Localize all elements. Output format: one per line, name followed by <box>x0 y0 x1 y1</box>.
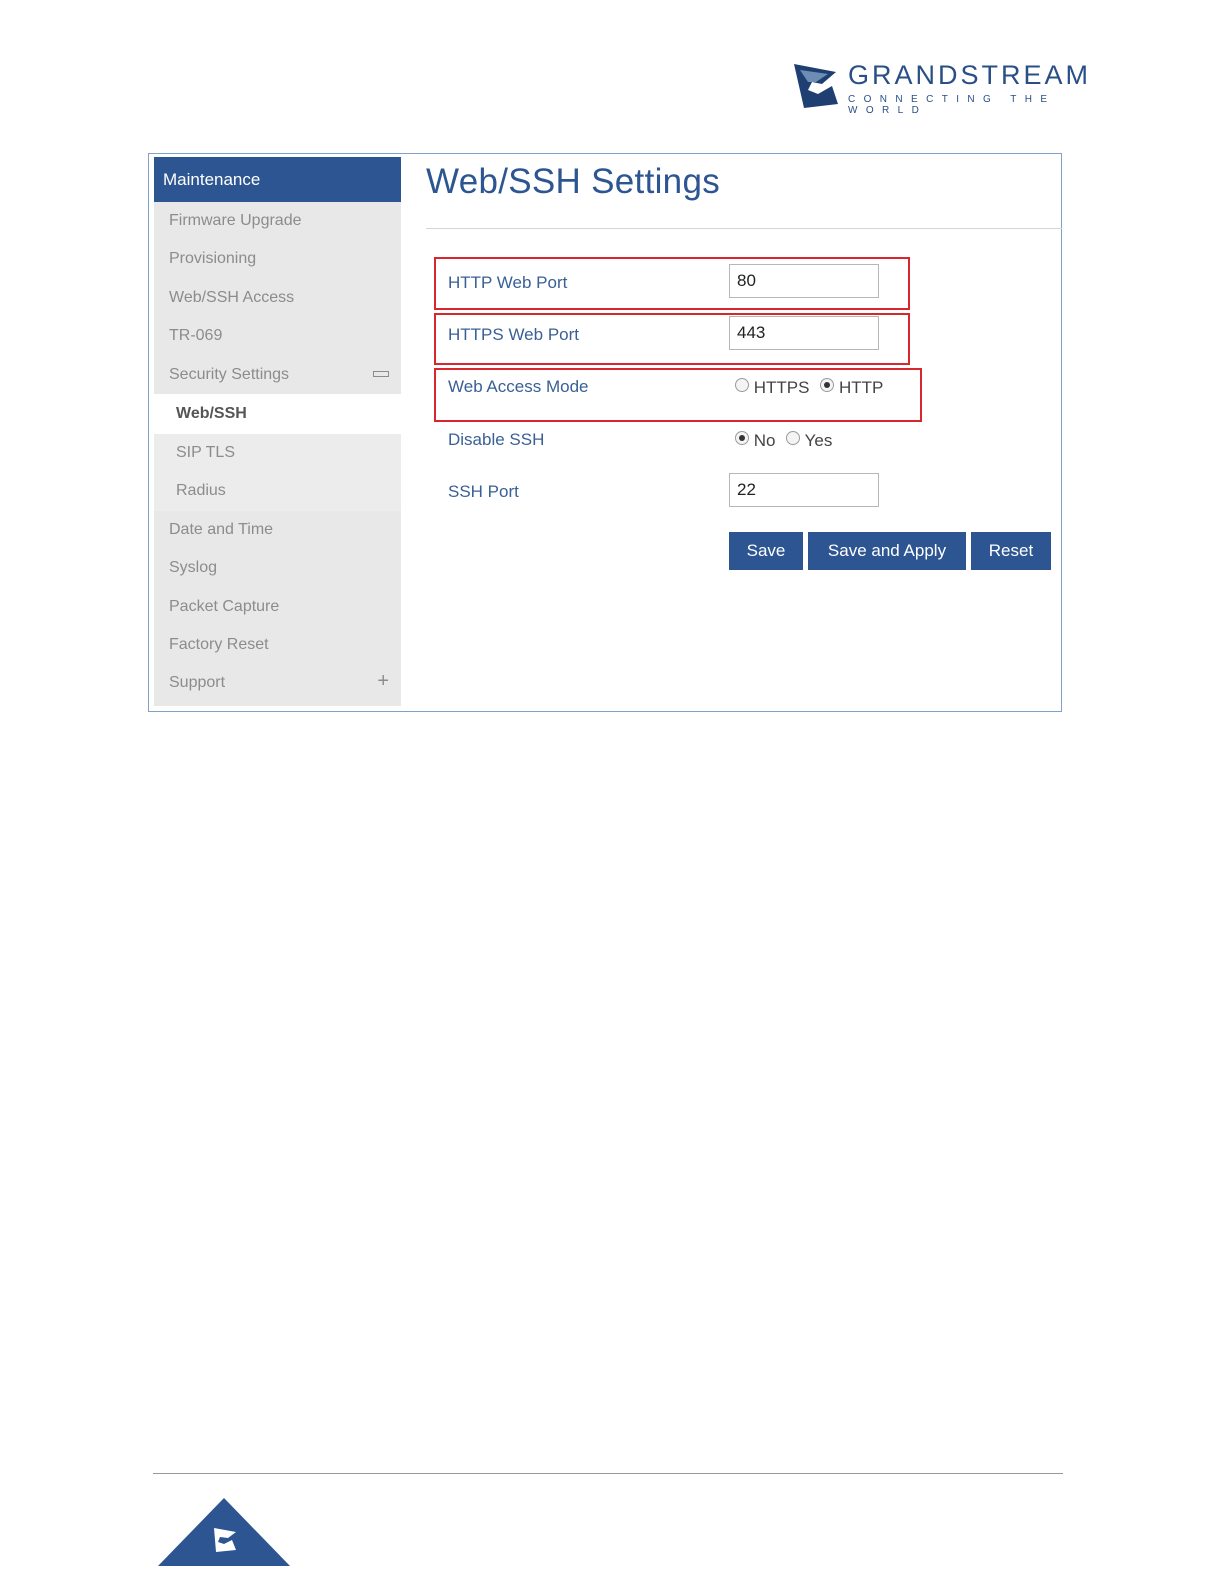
sidebar-item-support[interactable]: Support + <box>154 664 401 702</box>
sidebar-item-label: Support <box>169 674 226 692</box>
sidebar-item-label: Radius <box>176 482 226 500</box>
web-access-mode-label: Web Access Mode <box>448 377 589 396</box>
sidebar-item-label: Web/SSH Access <box>169 288 295 306</box>
sidebar-item-label: Provisioning <box>169 250 257 268</box>
sidebar-item-web-ssh[interactable]: Web/SSH <box>154 393 401 434</box>
sidebar-item-tr-069[interactable]: TR-069 <box>154 317 401 355</box>
web-access-mode-radio-group: HTTPS HTTP <box>735 378 889 398</box>
sidebar-item-label: Firmware Upgrade <box>169 212 302 229</box>
ssh-port-label: SSH Port <box>448 482 519 501</box>
sidebar-item-factory-reset[interactable]: Factory Reset <box>154 626 401 664</box>
web-access-mode-http-radio[interactable] <box>820 378 835 392</box>
disable-ssh-yes-radio[interactable] <box>786 431 801 445</box>
sidebar-subgroup: SIP TLS Radius <box>154 433 401 511</box>
radio-label-http: HTTP <box>838 378 884 397</box>
sidebar-item-security-settings[interactable]: Security Settings <box>154 356 401 394</box>
logo-brand-text: GRANDSTREAM <box>848 60 1092 90</box>
logo-tagline: CONNECTING THE WORLD <box>848 94 1056 116</box>
sidebar-item-label: Web/SSH <box>176 404 247 422</box>
https-web-port-label: HTTPS Web Port <box>448 325 579 344</box>
sidebar-item-label: TR-069 <box>169 327 223 345</box>
radio-label-no: No <box>753 431 776 450</box>
sidebar-item-label: Security Settings <box>169 365 290 383</box>
sidebar-item-date-and-time[interactable]: Date and Time <box>154 511 401 549</box>
sidebar-item-label: Date and Time <box>169 520 274 538</box>
sidebar-item-label: Packet Capture <box>169 597 280 615</box>
sidebar-item-label: Factory Reset <box>169 635 269 653</box>
save-and-apply-button[interactable]: Save and Apply <box>808 532 966 570</box>
sidebar-item-radius[interactable]: Radius <box>154 472 401 510</box>
http-web-port-input[interactable]: 80 <box>729 264 879 298</box>
grandstream-logo-icon <box>794 64 838 108</box>
footer-divider <box>153 1473 1063 1474</box>
disable-ssh-label: Disable SSH <box>448 430 545 449</box>
http-web-port-label: HTTP Web Port <box>448 273 568 292</box>
sidebar-item-web-ssh-access[interactable]: Web/SSH Access <box>154 279 401 317</box>
screenshot-frame: Maintenance Firmware Upgrade Provisionin… <box>148 153 1062 712</box>
ssh-port-input[interactable]: 22 <box>729 473 879 507</box>
collapse-minus-icon[interactable] <box>373 356 389 394</box>
disable-ssh-no-radio[interactable] <box>735 431 749 445</box>
title-divider <box>426 228 1062 229</box>
sidebar-item-syslog[interactable]: Syslog <box>154 549 401 587</box>
radio-label-yes: Yes <box>804 431 833 450</box>
grandstream-logo: GRANDSTREAM CONNECTING THE WORLD <box>792 58 1122 116</box>
radio-label-https: HTTPS <box>753 378 810 397</box>
save-button[interactable]: Save <box>729 532 803 570</box>
disable-ssh-radio-group: No Yes <box>735 431 838 451</box>
reset-button[interactable]: Reset <box>971 532 1051 570</box>
sidebar-item-firmware-upgrade[interactable]: Firmware Upgrade <box>154 202 401 240</box>
sidebar-item-sip-tls[interactable]: SIP TLS <box>154 434 401 472</box>
grandstream-footer-logo-icon <box>158 1498 290 1566</box>
https-web-port-input[interactable]: 443 <box>729 316 879 350</box>
page-title: Web/SSH Settings <box>426 162 721 201</box>
sidebar-item-packet-capture[interactable]: Packet Capture <box>154 588 401 626</box>
sidebar-header: Maintenance <box>154 157 401 202</box>
sidebar-item-label: SIP TLS <box>176 443 235 461</box>
web-access-mode-https-radio[interactable] <box>735 378 749 392</box>
sidebar-item-provisioning[interactable]: Provisioning <box>154 240 401 278</box>
expand-plus-icon[interactable]: + <box>377 662 389 700</box>
sidebar-item-label: Syslog <box>169 559 218 577</box>
sidebar: Maintenance Firmware Upgrade Provisionin… <box>154 157 401 706</box>
